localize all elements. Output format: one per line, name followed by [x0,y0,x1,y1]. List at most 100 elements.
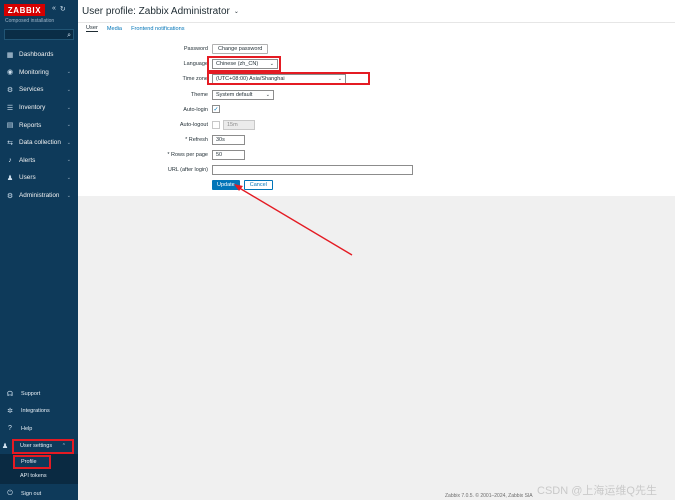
chevron-down-icon[interactable]: ⌄ [234,8,239,15]
sidebar-item-services[interactable]: ⚙ Services ⌄ [0,81,78,99]
reports-icon: ▤ [6,122,14,130]
sidebar-item-label: Help [21,425,33,432]
sidebar-item-support[interactable]: ☊ Support [0,385,78,403]
search-input[interactable]: ⌕ [4,29,74,40]
dashboard-icon: ▦ [6,51,14,59]
user-settings-submenu: Profile API tokens [0,453,78,484]
chevron-down-icon: ⌄ [66,139,71,146]
sidebar-item-label: Integrations [21,408,50,415]
sidebar-item-label: Dashboards [19,51,54,59]
refresh-label: * Refresh [185,137,208,143]
help-icon: ? [8,425,12,433]
main-menu: ▦ Dashboards ◉ Monitoring ⌄ ⚙ Services ⌄… [0,46,78,204]
sidebar-item-alerts[interactable]: ♪ Alerts ⌄ [0,152,78,170]
sidebar-item-label: Support [21,390,41,397]
sidebar-item-label: Reports [19,121,42,129]
sidebar-item-label: Services [19,86,44,94]
installation-label: Composed installation [5,18,55,24]
sidebar-item-users[interactable]: ♟ Users ⌄ [0,169,78,187]
sidebar: ZABBIX « ↻ Composed installation ⌕ ▦ Das… [0,0,78,500]
highlight-box-language [207,56,281,72]
integrations-icon: ✲ [7,408,13,416]
sidebar-item-label: Sign out [21,490,42,497]
sidebar-controls: « ↻ [52,5,66,13]
timezone-label: Time zone [182,76,208,82]
sidebar-item-label: API tokens [20,472,47,479]
sidebar-item-label: Administration [19,192,60,200]
theme-label: Theme [190,92,208,98]
cancel-button[interactable]: Cancel [243,180,273,190]
chevron-down-icon: ⌄ [66,86,71,93]
url-label: URL (after login) [167,167,208,173]
tab-bar: User Media Frontend notifications [78,23,675,34]
sidebar-item-profile[interactable]: Profile [13,454,51,469]
sidebar-item-inventory[interactable]: ☰ Inventory ⌄ [0,99,78,117]
sidebar-item-integrations[interactable]: ✲ Integrations [0,403,78,421]
chevron-down-icon: ⌄ [66,157,71,164]
sidebar-item-label: Monitoring [19,68,49,76]
autologin-label: Auto-login [183,107,208,113]
sidebar-item-label: Data collection [19,139,61,147]
sidebar-item-reports[interactable]: ▤ Reports ⌄ [0,116,78,134]
sidebar-item-administration[interactable]: ⚙ Administration ⌄ [0,187,78,205]
inventory-icon: ☰ [6,104,14,112]
main-area: User profile: Zabbix Administrator ⌄ Use… [78,0,675,500]
services-icon: ⚙ [6,86,14,94]
page-header: User profile: Zabbix Administrator ⌄ [78,0,675,22]
sidebar-item-dashboards[interactable]: ▦ Dashboards [0,46,78,64]
sidebar-item-label: Alerts [19,156,36,164]
sidebar-item-help[interactable]: ? Help [0,420,78,438]
page-title: User profile: Zabbix Administrator [82,5,230,17]
zabbix-logo[interactable]: ZABBIX [4,4,45,16]
chevron-down-icon: ⌄ [66,174,71,181]
language-label: Language [183,61,208,67]
chevron-down-icon: ⌄ [66,69,71,76]
chevron-down-icon: ⌄ [66,192,71,199]
sidebar-item-user-settings[interactable]: ♟ User settings ⌃ [2,438,74,454]
chevron-down-icon: ⌄ [265,92,270,98]
checkmark-icon: ✓ [213,106,219,113]
sidebar-item-sign-out[interactable]: ⏻ Sign out [0,486,78,500]
sidebar-item-label: Users [19,174,36,182]
collapse-sidebar-icon[interactable]: « [52,5,56,13]
bottom-menu: ☊ Support ✲ Integrations ? Help ♟ User s… [0,385,78,500]
sidebar-item-label: Inventory [19,104,46,112]
kiosk-mode-icon[interactable]: ↻ [60,5,66,13]
tab-user[interactable]: User [86,25,98,32]
bell-icon: ♪ [8,156,12,164]
theme-value: System default [216,92,253,98]
rows-per-page-input[interactable]: 50 [212,150,245,160]
autologin-checkbox[interactable]: ✓ [212,105,220,113]
theme-select[interactable]: System default ⌄ [212,90,274,100]
sidebar-item-api-tokens[interactable]: API tokens [0,469,78,483]
autologout-checkbox[interactable] [212,121,220,129]
power-icon: ⏻ [7,489,13,497]
watermark: CSDN @上海运维Q先生 [537,485,657,497]
search-icon[interactable]: ⌕ [67,31,71,40]
autologout-input[interactable]: 15m [223,120,255,130]
users-icon: ♟ [6,174,14,182]
rows-per-page-label: * Rows per page [167,152,208,158]
url-input[interactable] [212,165,413,175]
refresh-input[interactable]: 30s [212,135,245,145]
tab-media[interactable]: Media [107,26,122,32]
gear-icon: ⚙ [6,192,14,200]
update-button[interactable]: Update [212,180,240,190]
sidebar-item-data-collection[interactable]: ⇆ Data collection ⌄ [0,134,78,152]
change-password-button[interactable]: Change password [212,44,269,54]
profile-form-panel: User Media Frontend notifications Passwo… [78,22,675,196]
sidebar-item-monitoring[interactable]: ◉ Monitoring ⌄ [0,64,78,82]
chevron-down-icon: ⌄ [66,122,71,129]
sidebar-item-label: Profile [21,458,37,465]
tab-frontend-notifications[interactable]: Frontend notifications [131,26,184,32]
footer-copyright: Zabbix 7.0.5. © 2001–2024, Zabbix SIA [445,493,533,499]
highlight-box-timezone [207,72,370,85]
sidebar-item-label: User settings [20,443,53,449]
password-label: Password [183,46,208,52]
autologout-label: Auto-logout [179,122,208,128]
user-icon: ♟ [1,443,9,450]
chevron-down-icon: ⌄ [66,104,71,111]
eye-icon: ◉ [6,69,14,77]
headset-icon: ☊ [6,390,14,398]
chevron-up-icon: ⌃ [61,443,66,449]
